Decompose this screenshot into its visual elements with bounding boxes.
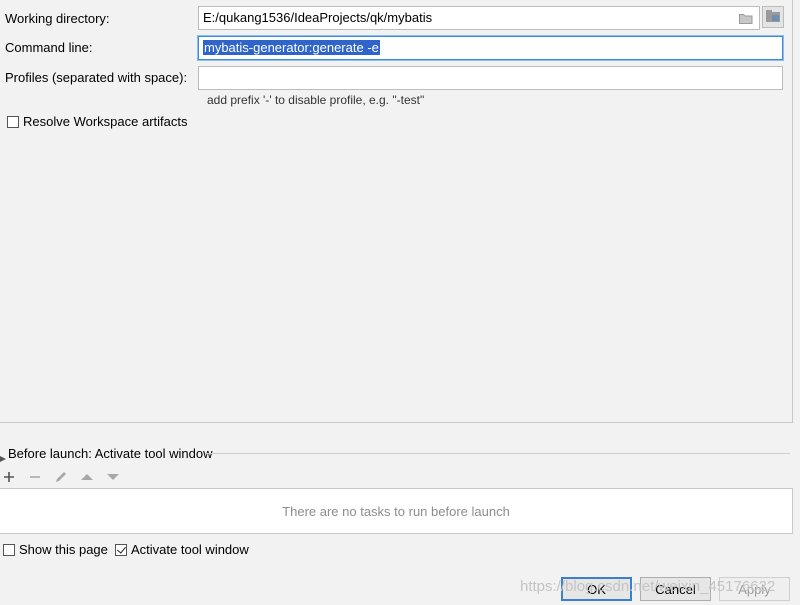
move-down-icon[interactable] [105, 469, 121, 485]
command-line-field[interactable]: mybatis-generator:generate -e [198, 36, 783, 60]
before-launch-separator [205, 453, 790, 454]
empty-tasks-text: There are no tasks to run before launch [282, 503, 510, 519]
browse-button[interactable] [762, 6, 784, 28]
command-line-value: mybatis-generator:generate -e [203, 40, 380, 55]
remove-icon[interactable] [27, 469, 43, 485]
working-directory-value: E:/qukang1536/IdeaProjects/qk/mybatis [203, 10, 433, 25]
show-page-checkbox[interactable] [3, 544, 15, 556]
activate-tool-window-label: Activate tool window [131, 542, 249, 557]
before-launch-title: Before launch: Activate tool window [8, 446, 213, 461]
edit-icon[interactable] [53, 469, 69, 485]
before-launch-task-list[interactable]: There are no tasks to run before launch [0, 488, 793, 534]
profiles-hint: add prefix '-' to disable profile, e.g. … [207, 93, 425, 107]
profiles-label: Profiles (separated with space): [5, 70, 188, 85]
activate-tool-window-checkbox[interactable] [115, 544, 127, 556]
move-up-icon[interactable] [79, 469, 95, 485]
config-panel [0, 0, 793, 423]
folder-icon[interactable] [739, 12, 753, 24]
collapse-arrow-icon[interactable] [0, 450, 6, 462]
command-line-label: Command line: [5, 40, 93, 55]
working-directory-label: Working directory: [5, 11, 110, 26]
resolve-workspace-label: Resolve Workspace artifacts [23, 114, 188, 129]
add-icon[interactable] [1, 469, 17, 485]
working-directory-field[interactable]: E:/qukang1536/IdeaProjects/qk/mybatis [198, 6, 760, 30]
watermark-text: https://blog.csdn.net/weixin_45176622 [520, 578, 776, 595]
profiles-field[interactable] [198, 66, 783, 90]
browse-folder-icon [766, 10, 780, 22]
resolve-workspace-checkbox[interactable] [7, 116, 19, 128]
show-page-label: Show this page [19, 542, 108, 557]
